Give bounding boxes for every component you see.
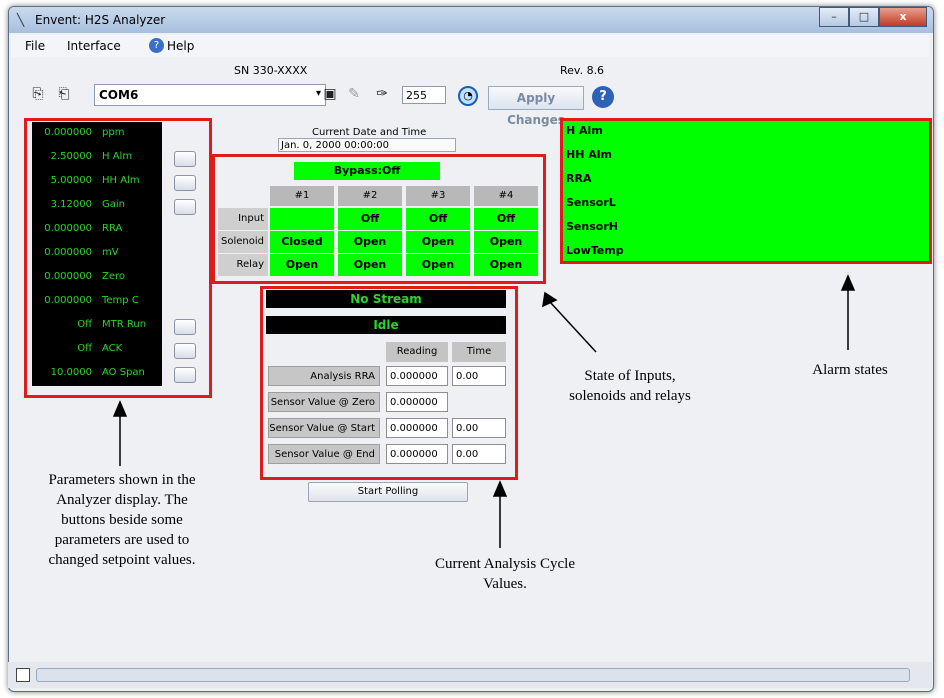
io-note-line: State of Inputs,: [584, 368, 676, 384]
params-annotation: Parameters shown in the Analyzer display…: [24, 470, 220, 570]
params-note-line: Analyzer display. The: [56, 492, 188, 508]
panel-icon[interactable]: [16, 668, 30, 682]
horizontal-scrollbar[interactable]: [36, 668, 910, 682]
cycle-note-line: Values.: [483, 576, 527, 592]
alarm-annotation: Alarm states: [812, 362, 888, 378]
io-annotation: State of Inputs, solenoids and relays: [540, 366, 720, 406]
params-note-line: parameters are used to: [54, 532, 190, 548]
params-note-line: changed setpoint values.: [48, 552, 196, 568]
cycle-note-line: Current Analysis Cycle: [435, 556, 575, 572]
io-note-line: solenoids and relays: [569, 388, 691, 404]
params-note-line: buttons beside some: [61, 512, 183, 528]
cycle-annotation: Current Analysis Cycle Values.: [410, 554, 600, 594]
params-note-line: Parameters shown in the: [48, 472, 196, 488]
